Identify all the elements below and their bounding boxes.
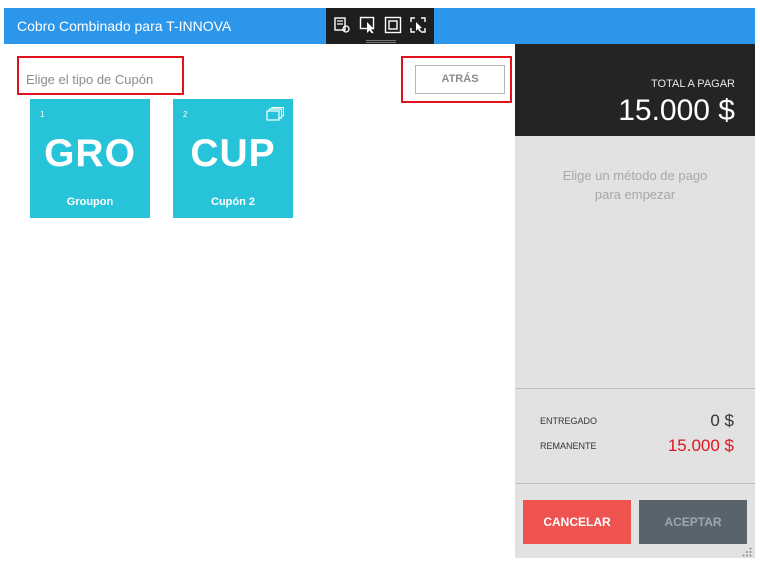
accept-button[interactable]: ACEPTAR [639,500,747,544]
window-title: Cobro Combinado para T-INNOVA [17,18,232,34]
total-box: TOTAL A PAGAR 15.000 $ [515,44,755,136]
summary-divider [515,388,755,389]
highlight-box-back [401,56,512,103]
total-label: TOTAL A PAGAR [651,78,735,90]
tile-abbreviation: CUP [190,132,276,175]
cancel-button[interactable]: CANCELAR [523,500,631,544]
refresh-select-icon[interactable] [409,16,427,34]
stack-icon [266,107,284,121]
resize-grip-icon[interactable] [742,547,752,557]
payment-hint-line1: Elige un método de pago [562,168,708,183]
tile-name: Cupón 2 [211,196,255,208]
delivered-value: 0 $ [710,411,734,430]
tile-name: Groupon [66,196,114,208]
tile-number: 1 [40,110,45,119]
coupon-tile-cupon-2[interactable]: 2 CUP Cupón 2 [173,99,293,218]
buttons-divider [515,483,755,484]
tile-number: 2 [183,110,188,119]
highlight-box-label [17,56,184,95]
remaining-label: REMANENTE [540,441,597,451]
coupon-tile-groupon[interactable]: 1 GRO Groupon [30,99,150,218]
total-amount: 15.000 $ [618,94,735,127]
tile-abbreviation: GRO [44,132,136,175]
payment-hint: Elige un método de pago para empezar [540,166,730,204]
payment-hint-line2: para empezar [594,187,676,202]
frame-icon[interactable] [384,16,402,34]
toolbar-grip[interactable] [366,40,396,43]
delivered-label: ENTREGADO [540,416,598,426]
remaining-value: 15.000 $ [667,436,734,455]
select-element-icon[interactable] [333,16,351,34]
pointer-select-icon[interactable] [359,16,377,34]
debug-toolbar [326,8,434,45]
